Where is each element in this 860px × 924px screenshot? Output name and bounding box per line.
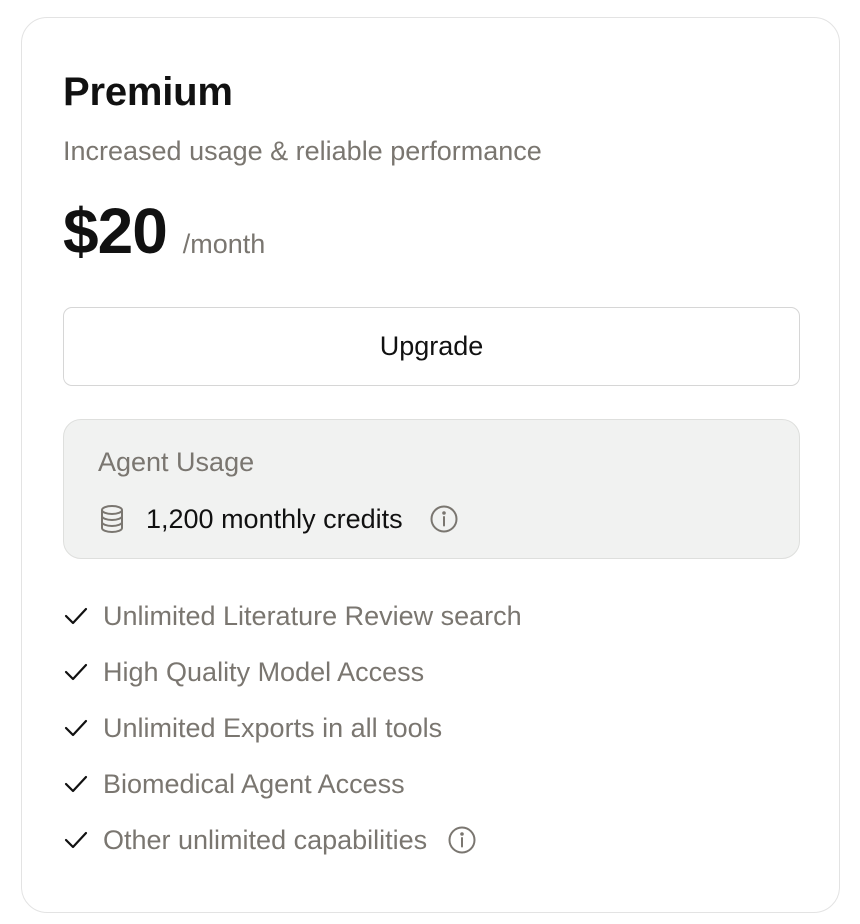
feature-text: High Quality Model Access xyxy=(103,656,425,687)
credits-row: 1,200 monthly credits xyxy=(98,502,459,536)
check-icon xyxy=(63,717,89,739)
plan-subtitle: Increased usage & reliable performance xyxy=(63,136,542,166)
feature-text: Biomedical Agent Access xyxy=(103,768,405,799)
database-icon xyxy=(98,504,126,534)
pricing-card: Premium Increased usage & reliable perfo… xyxy=(21,17,840,913)
feature-item: High Quality Model Access xyxy=(63,654,522,690)
feature-item: Unlimited Exports in all tools xyxy=(63,710,522,746)
billing-period: /month xyxy=(182,229,266,259)
price-row: $20 /month xyxy=(63,194,265,268)
check-icon xyxy=(63,605,89,627)
check-icon xyxy=(63,661,89,683)
upgrade-button[interactable]: Upgrade xyxy=(63,307,800,386)
capabilities-info-icon[interactable] xyxy=(447,825,477,855)
feature-text: Unlimited Literature Review search xyxy=(103,600,522,631)
feature-item: Other unlimited capabilities xyxy=(63,822,522,858)
feature-list: Unlimited Literature Review search High … xyxy=(63,598,522,878)
plan-title: Premium xyxy=(63,70,233,114)
feature-item: Unlimited Literature Review search xyxy=(63,598,522,634)
check-icon xyxy=(63,829,89,851)
agent-usage-label: Agent Usage xyxy=(98,447,255,477)
plan-price: $20 xyxy=(63,195,168,267)
agent-usage-panel: Agent Usage 1,200 monthly credits xyxy=(63,419,800,559)
feature-text: Unlimited Exports in all tools xyxy=(103,712,443,743)
credits-info-icon[interactable] xyxy=(429,504,459,534)
monthly-credits-text: 1,200 monthly credits xyxy=(146,503,403,534)
feature-text: Other unlimited capabilities xyxy=(103,824,428,855)
feature-item: Biomedical Agent Access xyxy=(63,766,522,802)
check-icon xyxy=(63,773,89,795)
